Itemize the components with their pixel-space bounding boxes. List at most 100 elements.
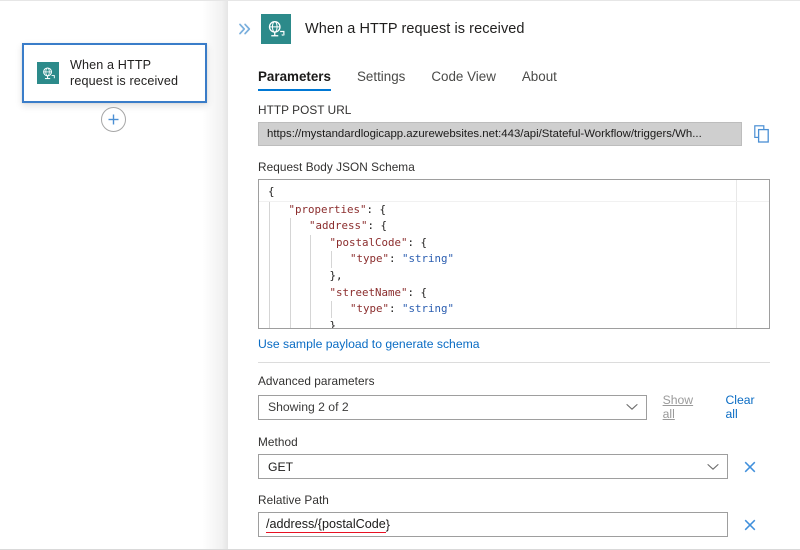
trigger-details-panel: When a HTTP request is received Paramete… bbox=[228, 0, 800, 550]
trigger-card-http-request[interactable]: When a HTTP request is received bbox=[22, 43, 207, 103]
request-body-schema-label: Request Body JSON Schema bbox=[258, 160, 770, 174]
relative-path-value: /address/{postalCode bbox=[266, 517, 386, 533]
copy-icon[interactable] bbox=[753, 125, 770, 144]
indent-guide bbox=[290, 218, 291, 235]
relative-path-label: Relative Path bbox=[258, 493, 770, 507]
indent-guide bbox=[269, 235, 270, 252]
http-request-icon bbox=[261, 14, 291, 44]
json-token-punc: : { bbox=[408, 236, 428, 249]
json-token-key: "address" bbox=[309, 219, 368, 232]
http-request-icon bbox=[37, 62, 59, 84]
indent-guide bbox=[290, 285, 291, 302]
json-token-val: "string" bbox=[402, 302, 454, 315]
show-all-link[interactable]: Show all bbox=[663, 393, 709, 421]
json-schema-line-text: } bbox=[268, 319, 336, 329]
json-schema-line-text: }, bbox=[268, 269, 343, 282]
json-schema-line-text: "postalCode": { bbox=[268, 236, 427, 249]
designer-canvas: When a HTTP request is received bbox=[0, 0, 228, 550]
tab-parameters[interactable]: Parameters bbox=[258, 69, 331, 91]
json-schema-line: "type": "string" bbox=[259, 251, 769, 268]
advanced-parameters-dropdown[interactable]: Showing 2 of 2 bbox=[258, 395, 647, 420]
indent-guide bbox=[290, 251, 291, 268]
advanced-parameters-label: Advanced parameters bbox=[258, 374, 770, 388]
advanced-parameters-row: Showing 2 of 2 Show all Clear all bbox=[258, 393, 770, 421]
indent-guide bbox=[310, 235, 311, 252]
close-icon bbox=[743, 460, 757, 474]
json-token-punc: : { bbox=[408, 286, 428, 299]
tab-parameters-label: Parameters bbox=[258, 69, 331, 84]
json-schema-line-text: "type": "string" bbox=[268, 252, 454, 265]
json-schema-line-text: "address": { bbox=[268, 219, 387, 232]
json-schema-line: "postalCode": { bbox=[259, 235, 769, 252]
use-sample-payload-link[interactable]: Use sample payload to generate schema bbox=[258, 337, 480, 351]
add-step-button[interactable] bbox=[101, 107, 126, 132]
indent-guide bbox=[331, 251, 332, 268]
tab-settings[interactable]: Settings bbox=[357, 69, 405, 91]
json-schema-line-text: "type": "string" bbox=[268, 302, 454, 315]
method-label: Method bbox=[258, 435, 770, 449]
json-schema-line: "streetName": { bbox=[259, 285, 769, 302]
tab-about[interactable]: About bbox=[522, 69, 557, 91]
chevron-down-icon bbox=[626, 403, 638, 411]
json-token-punc: }, bbox=[330, 269, 343, 282]
indent-guide bbox=[310, 318, 311, 329]
json-schema-line: } bbox=[259, 318, 769, 329]
panel-body: HTTP POST URL https://mystandardlogicapp… bbox=[228, 103, 800, 537]
relative-path-clear-button[interactable] bbox=[742, 517, 758, 533]
json-token-key: "properties" bbox=[289, 203, 367, 216]
indent-guide bbox=[269, 251, 270, 268]
tab-settings-label: Settings bbox=[357, 69, 405, 84]
indent-guide bbox=[269, 268, 270, 285]
indent-guide bbox=[269, 218, 270, 235]
json-schema-line-text: "streetName": { bbox=[268, 286, 427, 299]
http-post-url-row: https://mystandardlogicapp.azurewebsites… bbox=[258, 122, 770, 146]
indent-guide bbox=[269, 285, 270, 302]
tab-about-label: About bbox=[522, 69, 557, 84]
indent-guide bbox=[310, 285, 311, 302]
json-token-punc: : { bbox=[368, 219, 388, 232]
spacer bbox=[258, 146, 770, 160]
json-token-punc: } bbox=[330, 319, 337, 329]
indent-guide bbox=[269, 301, 270, 318]
indent-guide bbox=[290, 268, 291, 285]
double-chevron-right-icon[interactable] bbox=[234, 18, 256, 40]
json-token-key: "postalCode" bbox=[330, 236, 408, 249]
json-schema-line: { bbox=[259, 184, 769, 202]
spacer bbox=[258, 363, 770, 374]
plus-icon bbox=[107, 113, 120, 126]
json-token-key: "type" bbox=[350, 252, 389, 265]
json-schema-line: "address": { bbox=[259, 218, 769, 235]
indent-guide bbox=[290, 318, 291, 329]
json-schema-line: "properties": { bbox=[259, 202, 769, 219]
trigger-card-label: When a HTTP request is received bbox=[70, 57, 192, 89]
clear-all-link[interactable]: Clear all bbox=[725, 393, 770, 421]
http-post-url-label: HTTP POST URL bbox=[258, 103, 770, 117]
indent-guide bbox=[310, 268, 311, 285]
relative-path-value-tail: } bbox=[386, 518, 390, 532]
json-token-key: "type" bbox=[350, 302, 389, 315]
panel-header: When a HTTP request is received bbox=[228, 1, 800, 51]
json-schema-line: }, bbox=[259, 268, 769, 285]
json-token-val: "string" bbox=[402, 252, 454, 265]
advanced-parameters-value: Showing 2 of 2 bbox=[268, 400, 349, 414]
json-token-punc: : { bbox=[367, 203, 387, 216]
request-body-schema-editor[interactable]: {"properties": {"address": {"postalCode"… bbox=[258, 179, 770, 329]
method-dropdown[interactable]: GET bbox=[258, 454, 728, 479]
panel-title: When a HTTP request is received bbox=[305, 21, 525, 37]
indent-guide bbox=[290, 301, 291, 318]
http-post-url-field[interactable]: https://mystandardlogicapp.azurewebsites… bbox=[258, 122, 742, 146]
indent-guide bbox=[290, 235, 291, 252]
tab-code-view[interactable]: Code View bbox=[431, 69, 496, 91]
indent-guide bbox=[310, 251, 311, 268]
spacer bbox=[258, 421, 770, 435]
json-token-punc: { bbox=[268, 185, 275, 198]
indent-guide bbox=[269, 318, 270, 329]
method-value: GET bbox=[268, 460, 293, 474]
close-icon bbox=[743, 518, 757, 532]
relative-path-input[interactable]: /address/{postalCode} bbox=[258, 512, 728, 537]
indent-guide bbox=[331, 301, 332, 318]
json-token-key: "streetName" bbox=[330, 286, 408, 299]
indent-guide bbox=[269, 202, 270, 219]
method-clear-button[interactable] bbox=[742, 459, 758, 475]
json-schema-line: "type": "string" bbox=[259, 301, 769, 318]
